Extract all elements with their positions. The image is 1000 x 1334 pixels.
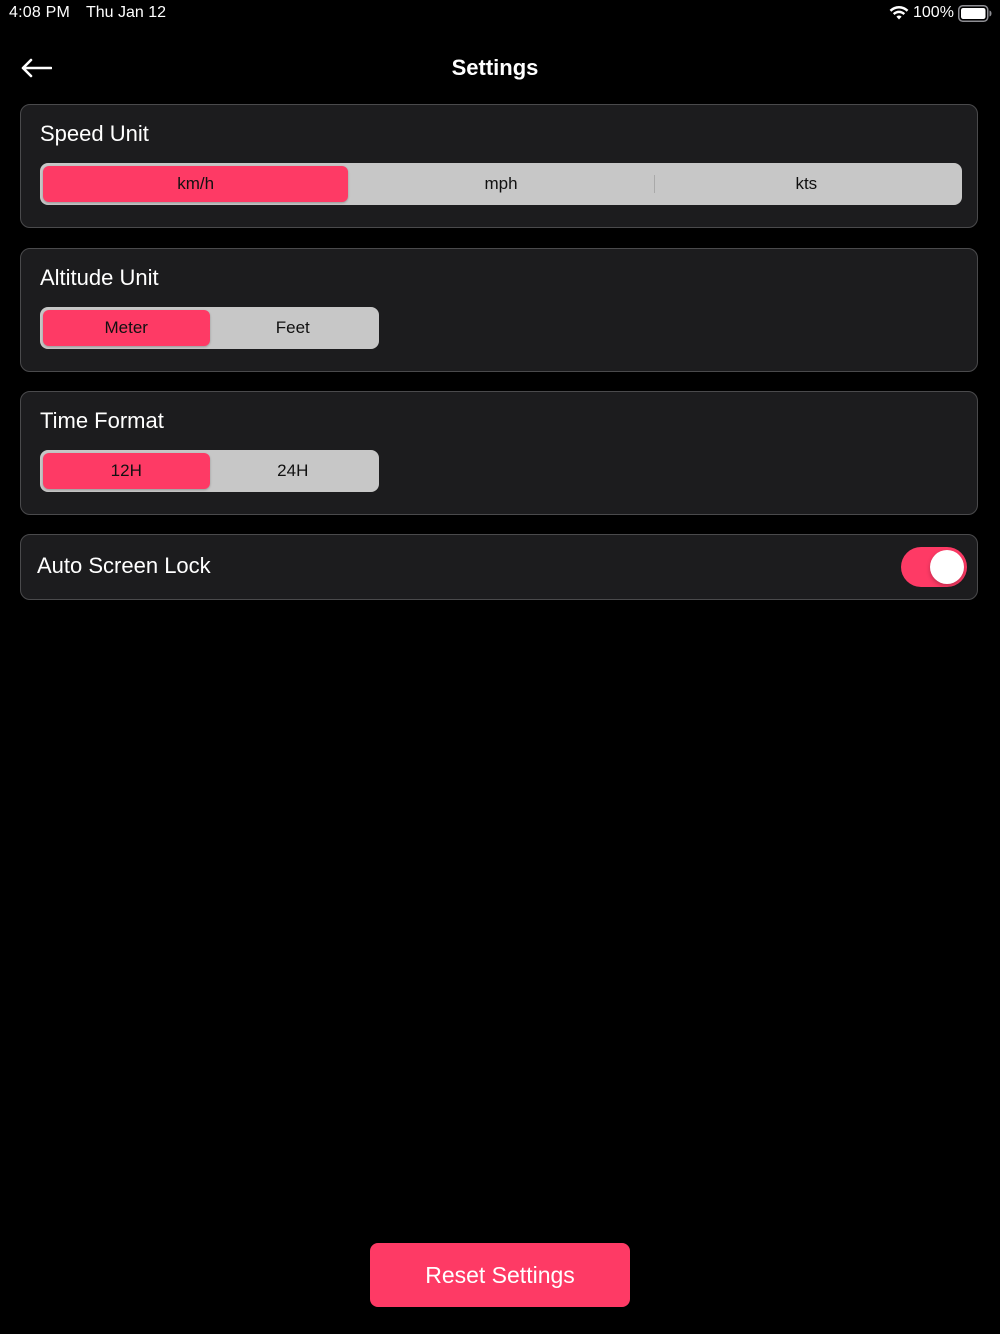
speed-unit-option-mph[interactable]: mph	[348, 166, 653, 202]
altitude-unit-title: Altitude Unit	[40, 265, 159, 290]
time-format-card: Time Format 12H 24H	[20, 391, 978, 515]
altitude-unit-segmented-control: Meter Feet	[40, 307, 379, 349]
time-format-option-12h[interactable]: 12H	[43, 453, 210, 489]
altitude-unit-card: Altitude Unit Meter Feet	[20, 248, 978, 372]
speed-unit-option-kts[interactable]: kts	[653, 166, 959, 202]
speed-unit-option-kmh[interactable]: km/h	[43, 166, 349, 202]
speed-unit-title: Speed Unit	[40, 121, 149, 146]
battery-icon	[958, 5, 992, 22]
reset-settings-button[interactable]: Reset Settings	[370, 1243, 630, 1307]
battery-percent: 100%	[913, 4, 954, 21]
status-bar: 4:08 PM Thu Jan 12 100%	[0, 0, 1000, 28]
page-title: Settings	[451, 55, 539, 80]
speed-unit-card: Speed Unit km/h mph kts	[20, 104, 978, 228]
time-format-title: Time Format	[40, 408, 164, 433]
altitude-unit-option-feet[interactable]: Feet	[210, 310, 377, 346]
toggle-knob	[930, 550, 964, 584]
auto-screen-lock-card: Auto Screen Lock	[20, 534, 978, 600]
status-time: 4:08 PM	[9, 4, 70, 21]
wifi-icon	[889, 6, 909, 20]
auto-screen-lock-label: Auto Screen Lock	[37, 553, 211, 578]
time-format-segmented-control: 12H 24H	[40, 450, 379, 492]
status-date: Thu Jan 12	[86, 4, 167, 21]
auto-screen-lock-toggle[interactable]	[901, 547, 967, 587]
speed-unit-segmented-control: km/h mph kts	[40, 163, 962, 205]
altitude-unit-option-meter[interactable]: Meter	[43, 310, 210, 346]
time-format-option-24h[interactable]: 24H	[210, 453, 377, 489]
